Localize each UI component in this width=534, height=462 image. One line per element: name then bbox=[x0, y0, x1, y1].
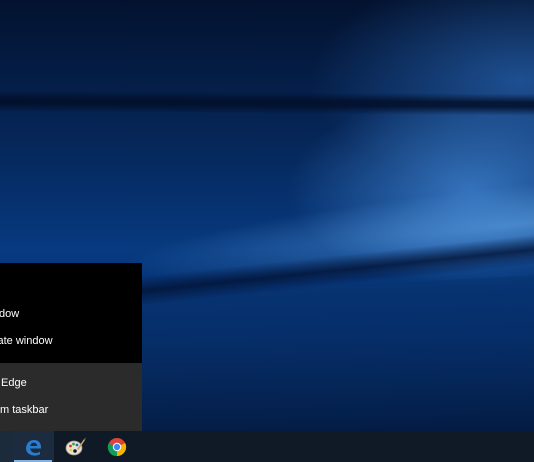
taskbar-paint-button[interactable] bbox=[54, 431, 96, 462]
taskbar-edge-button[interactable] bbox=[12, 431, 54, 462]
edge-jump-list: dow vate window Edge m taskbar bbox=[0, 263, 142, 431]
wallpaper-beam-low bbox=[139, 228, 534, 306]
taskbar-edge-hover-edge[interactable] bbox=[0, 431, 12, 462]
taskbar-chrome-button[interactable] bbox=[96, 431, 138, 462]
chrome-icon bbox=[107, 437, 127, 456]
jump-list-new-window[interactable]: dow bbox=[0, 301, 142, 327]
jump-list-item-label: m taskbar bbox=[0, 404, 49, 416]
wallpaper-floor-light bbox=[140, 273, 534, 431]
wallpaper-glow bbox=[117, 174, 534, 306]
jump-list-item-label: dow bbox=[0, 308, 20, 320]
paint-palette-icon bbox=[65, 437, 86, 455]
edge-icon bbox=[26, 439, 41, 456]
wallpaper-beam-top bbox=[0, 89, 534, 117]
taskbar bbox=[0, 431, 534, 462]
jump-list-item-label: Edge bbox=[1, 377, 27, 389]
jump-list-item-label: vate window bbox=[0, 335, 53, 347]
jump-list-open-edge[interactable]: Edge bbox=[0, 370, 142, 396]
jump-list-unpin-from-taskbar[interactable]: m taskbar bbox=[0, 397, 142, 423]
jump-list-new-inprivate-window[interactable]: vate window bbox=[0, 328, 142, 354]
